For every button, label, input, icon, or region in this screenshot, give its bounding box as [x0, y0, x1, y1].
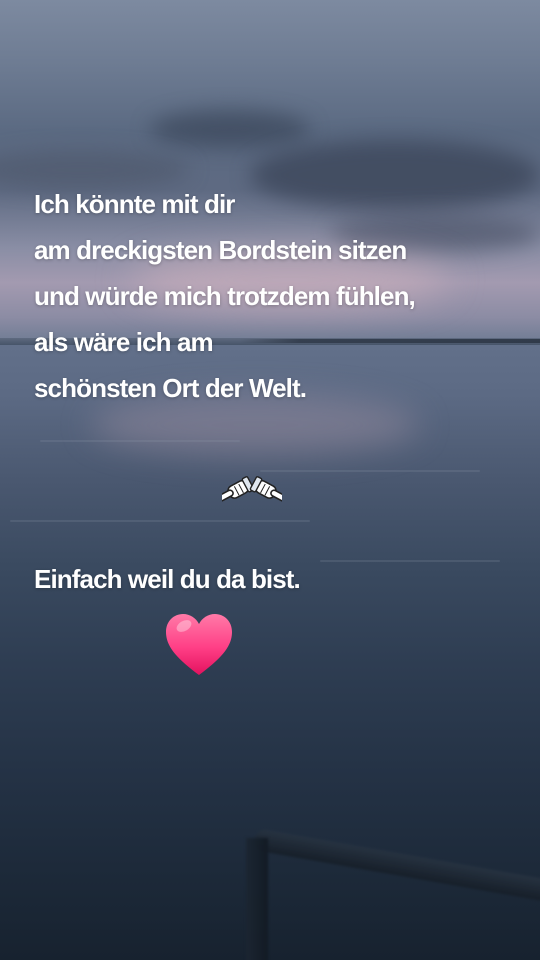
pink-heart-icon [166, 614, 232, 675]
caption-line: am dreckigsten Bordstein sitzen [34, 235, 407, 265]
railing-post [246, 838, 268, 960]
pointing-hands-icon [222, 476, 282, 502]
caption-line: und würde mich trotzdem fühlen, [34, 281, 416, 311]
closing-line: Einfach weil du da bist. [34, 564, 301, 594]
caption-line: als wäre ich am [34, 327, 214, 357]
ripple [320, 560, 500, 562]
caption-line: Ich könnte mit dir [34, 189, 235, 219]
video-frame: Ich könnte mit dir am dreckigsten Bordst… [0, 0, 540, 960]
caption-text: Ich könnte mit dir am dreckigsten Bordst… [34, 181, 534, 411]
ripple [40, 440, 240, 442]
ripple [10, 520, 310, 522]
ripple [260, 470, 480, 472]
cloud [150, 110, 310, 148]
caption-line: schönsten Ort der Welt. [34, 373, 307, 403]
